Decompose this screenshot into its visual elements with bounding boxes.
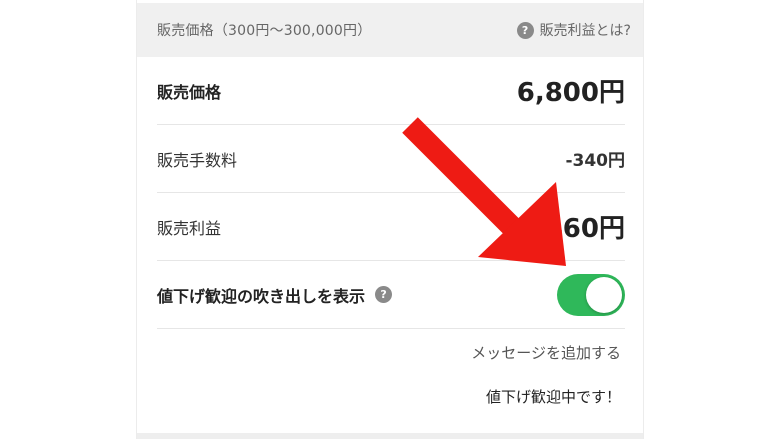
toggle-label: 値下げ歓迎の吹き出しを表示 bbox=[157, 286, 366, 306]
help-link-label: 販売利益とは? bbox=[539, 23, 631, 39]
toggle-knob bbox=[586, 276, 622, 313]
page: 販売価格（300円〜300,000円） ? 販売利益とは? 販売価格 6,800… bbox=[0, 0, 780, 439]
price-panel: 販売価格（300円〜300,000円） ? 販売利益とは? 販売価格 6,800… bbox=[136, 0, 644, 439]
price-drop-toggle[interactable] bbox=[557, 273, 625, 316]
section-header: 販売価格（300円〜300,000円） ? 販売利益とは? bbox=[137, 3, 643, 57]
price-row[interactable]: 販売価格 6,800円 bbox=[157, 57, 625, 125]
add-message-link[interactable]: メッセージを追加する bbox=[471, 342, 621, 363]
question-icon: ? bbox=[516, 21, 534, 39]
price-drop-toggle-row: 値下げ歓迎の吹き出しを表示 ? bbox=[157, 261, 625, 329]
toggle-label-wrap: 値下げ歓迎の吹き出しを表示 ? bbox=[157, 283, 393, 307]
profit-row: 販売利益 460円 bbox=[157, 193, 625, 261]
price-label: 販売価格 bbox=[157, 82, 222, 102]
fee-value: -340円 bbox=[565, 151, 625, 171]
help-link[interactable]: ? 販売利益とは? bbox=[516, 20, 631, 40]
price-value: 6,800円 bbox=[516, 78, 625, 108]
message-text: 値下げ歓迎中です！ bbox=[485, 388, 621, 406]
fee-label: 販売手数料 bbox=[157, 150, 238, 170]
section-title: 販売価格（300円〜300,000円） bbox=[157, 23, 372, 39]
question-icon[interactable]: ? bbox=[375, 286, 393, 303]
profit-value: 460円 bbox=[544, 214, 625, 244]
profit-label: 販売利益 bbox=[157, 218, 222, 238]
fee-row: 販売手数料 -340円 bbox=[157, 125, 625, 193]
bottom-divider bbox=[137, 433, 643, 439]
